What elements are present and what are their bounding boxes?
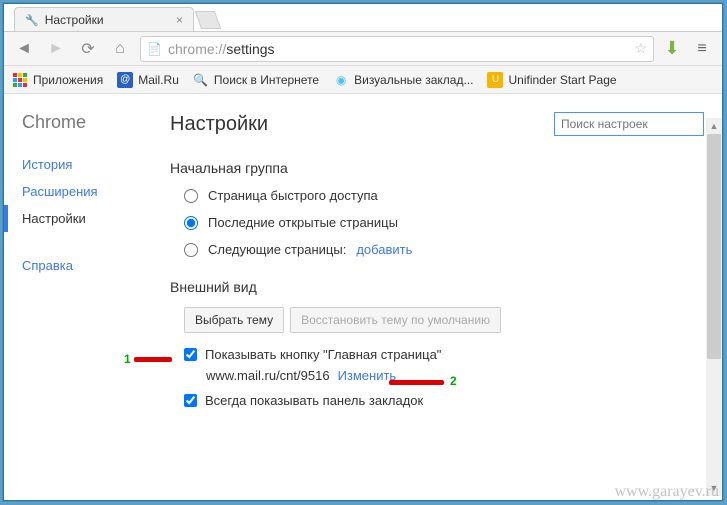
search-icon: 🔍	[193, 72, 209, 88]
apps-label: Приложения	[33, 73, 103, 87]
show-bookmarks-checkbox[interactable]	[184, 394, 197, 407]
startup-continue-radio[interactable]: Последние открытые страницы	[170, 215, 704, 230]
startup-newtab-radio[interactable]: Страница быстрого доступа	[170, 188, 704, 203]
radio-input[interactable]	[184, 216, 198, 230]
page-title: Настройки	[170, 113, 268, 136]
bookmark-label: Mail.Ru	[138, 73, 179, 87]
checkbox-label: Показывать кнопку "Главная страница"	[205, 347, 441, 362]
forward-button[interactable]: ►	[44, 37, 68, 61]
annotation-2-label: 2	[450, 374, 457, 388]
bookmark-label: Unifinder Start Page	[508, 73, 616, 87]
scroll-track[interactable]	[706, 134, 722, 480]
bookmark-item-visual[interactable]: ◉ Визуальные заклад...	[333, 72, 473, 88]
bookmark-star-icon[interactable]: ☆	[634, 40, 647, 57]
tab-settings[interactable]: 🔧 Настройки ×	[14, 7, 194, 31]
reset-theme-button[interactable]: Восстановить тему по умолчанию	[290, 307, 501, 333]
reload-button[interactable]: ⟳	[76, 37, 100, 61]
annotation-2-line	[389, 380, 444, 385]
sidebar-item-settings[interactable]: Настройки	[22, 205, 164, 232]
home-url-text: www.mail.ru/cnt/9516	[206, 368, 330, 383]
bookmark-label: Визуальные заклад...	[354, 73, 473, 87]
startup-pages-radio[interactable]: Следующие страницы: добавить	[170, 242, 704, 257]
startup-section: Начальная группа Страница быстрого досту…	[170, 160, 704, 257]
tab-strip: 🔧 Настройки ×	[4, 4, 722, 32]
settings-sidebar: Chrome История Расширения Настройки Спра…	[4, 94, 164, 476]
settings-search-input[interactable]	[554, 112, 704, 136]
tab-title: Настройки	[45, 13, 104, 27]
change-home-link[interactable]: Изменить	[338, 368, 397, 383]
toolbar: ◄ ► ⟳ ⌂ 📄 chrome://settings ☆ ⬇ ≡	[4, 32, 722, 66]
bookmark-item-search[interactable]: 🔍 Поиск в Интернете	[193, 72, 319, 88]
home-button[interactable]: ⌂	[108, 37, 132, 61]
radio-input[interactable]	[184, 243, 198, 257]
menu-button[interactable]: ≡	[690, 37, 714, 61]
unifinder-icon: U	[487, 72, 503, 88]
chrome-brand: Chrome	[22, 112, 164, 133]
back-button[interactable]: ◄	[12, 37, 36, 61]
visual-bookmarks-icon: ◉	[333, 72, 349, 88]
annotation-1-label: 1	[124, 352, 131, 366]
radio-label: Страница быстрого доступа	[208, 188, 378, 203]
apps-button[interactable]: Приложения	[12, 72, 103, 88]
tab-close-icon[interactable]: ×	[176, 13, 183, 27]
extension-download-icon[interactable]: ⬇	[662, 39, 682, 59]
sidebar-item-history[interactable]: История	[22, 151, 164, 178]
globe-icon: 📄	[147, 42, 162, 56]
bookmark-item-mailru[interactable]: @ Mail.Ru	[117, 72, 179, 88]
sidebar-item-extensions[interactable]: Расширения	[22, 178, 164, 205]
bookmarks-bar: Приложения @ Mail.Ru 🔍 Поиск в Интернете…	[4, 66, 722, 94]
content-area: Chrome История Расширения Настройки Спра…	[4, 94, 722, 476]
new-tab-button[interactable]	[195, 11, 222, 29]
radio-input[interactable]	[184, 189, 198, 203]
show-bookmarks-checkbox-row[interactable]: Всегда показывать панель закладок	[170, 393, 704, 408]
settings-main: Настройки Начальная группа Страница быст…	[164, 94, 722, 476]
appearance-title: Внешний вид	[170, 279, 704, 295]
bookmark-item-unifinder[interactable]: U Unifinder Start Page	[487, 72, 616, 88]
apps-icon	[12, 72, 28, 88]
vertical-scrollbar[interactable]: ▲ ▼	[706, 118, 722, 496]
annotation-1-line	[134, 357, 172, 362]
sidebar-item-help[interactable]: Справка	[22, 252, 164, 279]
radio-label: Следующие страницы:	[208, 242, 346, 257]
appearance-section: Внешний вид Выбрать тему Восстановить те…	[170, 279, 704, 408]
show-home-checkbox[interactable]	[184, 348, 197, 361]
wrench-icon: 🔧	[25, 14, 39, 27]
mailru-icon: @	[117, 72, 133, 88]
checkbox-label: Всегда показывать панель закладок	[205, 393, 423, 408]
radio-label: Последние открытые страницы	[208, 215, 398, 230]
watermark: www.garayev.ru	[614, 483, 719, 501]
url-text: chrome://settings	[168, 41, 275, 57]
scroll-thumb[interactable]	[707, 134, 721, 359]
address-bar[interactable]: 📄 chrome://settings ☆	[140, 36, 654, 62]
scroll-up-button[interactable]: ▲	[706, 118, 722, 134]
show-home-checkbox-row[interactable]: Показывать кнопку "Главная страница"	[170, 347, 704, 362]
startup-title: Начальная группа	[170, 160, 704, 176]
browser-window: — ▭ ✕ 🔧 Настройки × ◄ ► ⟳ ⌂ 📄 chrome://s…	[3, 3, 723, 501]
choose-theme-button[interactable]: Выбрать тему	[184, 307, 284, 333]
add-pages-link[interactable]: добавить	[356, 242, 412, 257]
bookmark-label: Поиск в Интернете	[214, 73, 319, 87]
